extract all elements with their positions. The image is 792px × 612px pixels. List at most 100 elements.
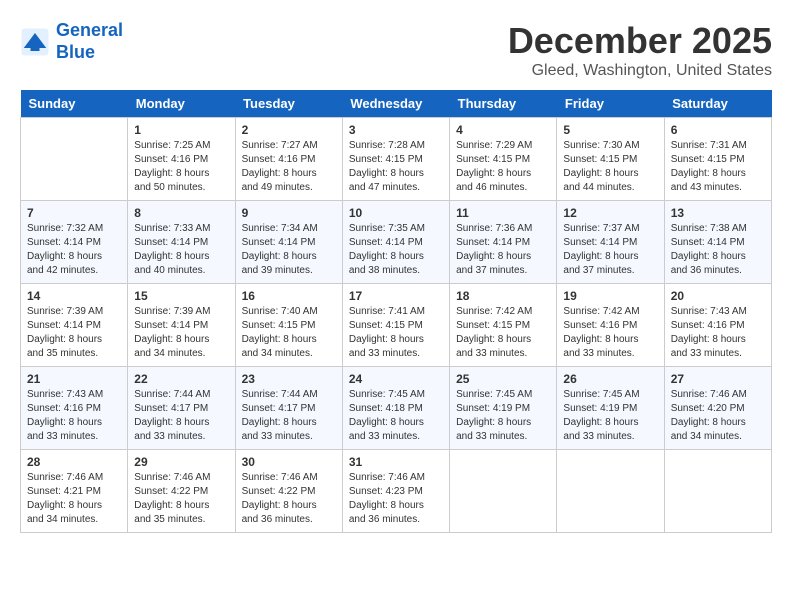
calendar-cell: 26Sunrise: 7:45 AMSunset: 4:19 PMDayligh…: [557, 367, 664, 450]
calendar-cell: [450, 450, 557, 533]
logo-line2: Blue: [56, 42, 95, 62]
day-header-wednesday: Wednesday: [342, 90, 449, 118]
day-info: Sunrise: 7:38 AMSunset: 4:14 PMDaylight:…: [671, 222, 765, 278]
day-info: Sunrise: 7:35 AMSunset: 4:14 PMDaylight:…: [349, 222, 443, 278]
day-info: Sunrise: 7:30 AMSunset: 4:15 PMDaylight:…: [563, 139, 657, 195]
calendar-cell: 7 Sunrise: 7:32 AMSunset: 4:14 PMDaylight…: [21, 201, 128, 284]
logo-icon: [20, 27, 50, 57]
title-section: December 2025 Gleed, Washington, United …: [508, 20, 772, 80]
day-number: 7: [27, 206, 121, 220]
calendar-week-1: 1 Sunrise: 7:25 AMSunset: 4:16 PMDaylight…: [21, 118, 772, 201]
calendar-cell: 8 Sunrise: 7:33 AMSunset: 4:14 PMDaylight…: [128, 201, 235, 284]
day-number: 23: [242, 372, 336, 386]
calendar-cell: 5 Sunrise: 7:30 AMSunset: 4:15 PMDaylight…: [557, 118, 664, 201]
calendar-cell: 15Sunrise: 7:39 AMSunset: 4:14 PMDayligh…: [128, 284, 235, 367]
day-number: 29: [134, 455, 228, 469]
day-number: 10: [349, 206, 443, 220]
day-info: Sunrise: 7:43 AMSunset: 4:16 PMDaylight:…: [671, 305, 765, 361]
page-header: General Blue December 2025 Gleed, Washin…: [20, 20, 772, 80]
day-info: Sunrise: 7:28 AMSunset: 4:15 PMDaylight:…: [349, 139, 443, 195]
calendar-cell: 1 Sunrise: 7:25 AMSunset: 4:16 PMDaylight…: [128, 118, 235, 201]
day-info: Sunrise: 7:46 AMSunset: 4:23 PMDaylight:…: [349, 471, 443, 527]
day-info: Sunrise: 7:46 AMSunset: 4:21 PMDaylight:…: [27, 471, 121, 527]
day-info: Sunrise: 7:33 AMSunset: 4:14 PMDaylight:…: [134, 222, 228, 278]
calendar-cell: 25 Sunrise: 7:45 AMSunset: 4:19 PMDayligh…: [450, 367, 557, 450]
calendar-week-2: 7 Sunrise: 7:32 AMSunset: 4:14 PMDaylight…: [21, 201, 772, 284]
calendar-cell: 2Sunrise: 7:27 AMSunset: 4:16 PMDaylight…: [235, 118, 342, 201]
day-number: 25: [456, 372, 550, 386]
day-info: Sunrise: 7:45 AMSunset: 4:18 PMDaylight:…: [349, 388, 443, 444]
logo-line1: General: [56, 20, 123, 40]
calendar-cell: 28Sunrise: 7:46 AMSunset: 4:21 PMDayligh…: [21, 450, 128, 533]
calendar-cell: 29 Sunrise: 7:46 AMSunset: 4:22 PMDayligh…: [128, 450, 235, 533]
calendar-week-5: 28Sunrise: 7:46 AMSunset: 4:21 PMDayligh…: [21, 450, 772, 533]
day-number: 9: [242, 206, 336, 220]
day-number: 21: [27, 372, 121, 386]
day-number: 3: [349, 123, 443, 137]
day-info: Sunrise: 7:44 AMSunset: 4:17 PMDaylight:…: [134, 388, 228, 444]
day-info: Sunrise: 7:25 AMSunset: 4:16 PMDaylight:…: [134, 139, 228, 195]
calendar-cell: 13 Sunrise: 7:38 AMSunset: 4:14 PMDayligh…: [664, 201, 771, 284]
day-info: Sunrise: 7:29 AMSunset: 4:15 PMDaylight:…: [456, 139, 550, 195]
day-number: 5: [563, 123, 657, 137]
day-info: Sunrise: 7:46 AMSunset: 4:20 PMDaylight:…: [671, 388, 765, 444]
day-number: 22: [134, 372, 228, 386]
location-title: Gleed, Washington, United States: [508, 62, 772, 80]
day-number: 4: [456, 123, 550, 137]
logo-text: General Blue: [56, 20, 123, 63]
calendar-cell: 14Sunrise: 7:39 AMSunset: 4:14 PMDayligh…: [21, 284, 128, 367]
day-info: Sunrise: 7:40 AMSunset: 4:15 PMDaylight:…: [242, 305, 336, 361]
day-header-saturday: Saturday: [664, 90, 771, 118]
day-info: Sunrise: 7:42 AMSunset: 4:16 PMDaylight:…: [563, 305, 657, 361]
calendar-cell: 4 Sunrise: 7:29 AMSunset: 4:15 PMDaylight…: [450, 118, 557, 201]
day-header-monday: Monday: [128, 90, 235, 118]
calendar-week-4: 21 Sunrise: 7:43 AMSunset: 4:16 PMDayligh…: [21, 367, 772, 450]
calendar-cell: 19 Sunrise: 7:42 AMSunset: 4:16 PMDayligh…: [557, 284, 664, 367]
day-info: Sunrise: 7:43 AMSunset: 4:16 PMDaylight:…: [27, 388, 121, 444]
day-number: 16: [242, 289, 336, 303]
calendar-cell: 3 Sunrise: 7:28 AMSunset: 4:15 PMDaylight…: [342, 118, 449, 201]
calendar-cell: 23 Sunrise: 7:44 AMSunset: 4:17 PMDayligh…: [235, 367, 342, 450]
header-row: SundayMondayTuesdayWednesdayThursdayFrid…: [21, 90, 772, 118]
day-number: 19: [563, 289, 657, 303]
day-number: 27: [671, 372, 765, 386]
day-number: 26: [563, 372, 657, 386]
calendar-table: SundayMondayTuesdayWednesdayThursdayFrid…: [20, 90, 772, 533]
day-number: 24: [349, 372, 443, 386]
calendar-cell: 27 Sunrise: 7:46 AMSunset: 4:20 PMDayligh…: [664, 367, 771, 450]
day-header-thursday: Thursday: [450, 90, 557, 118]
calendar-cell: 6Sunrise: 7:31 AMSunset: 4:15 PMDaylight…: [664, 118, 771, 201]
day-header-friday: Friday: [557, 90, 664, 118]
day-info: Sunrise: 7:39 AMSunset: 4:14 PMDaylight:…: [134, 305, 228, 361]
day-info: Sunrise: 7:46 AMSunset: 4:22 PMDaylight:…: [134, 471, 228, 527]
day-info: Sunrise: 7:31 AMSunset: 4:15 PMDaylight:…: [671, 139, 765, 195]
calendar-cell: [557, 450, 664, 533]
day-info: Sunrise: 7:45 AMSunset: 4:19 PMDaylight:…: [456, 388, 550, 444]
day-number: 11: [456, 206, 550, 220]
day-info: Sunrise: 7:46 AMSunset: 4:22 PMDaylight:…: [242, 471, 336, 527]
calendar-cell: 11Sunrise: 7:36 AMSunset: 4:14 PMDayligh…: [450, 201, 557, 284]
day-info: Sunrise: 7:44 AMSunset: 4:17 PMDaylight:…: [242, 388, 336, 444]
day-header-sunday: Sunday: [21, 90, 128, 118]
day-number: 12: [563, 206, 657, 220]
day-info: Sunrise: 7:27 AMSunset: 4:16 PMDaylight:…: [242, 139, 336, 195]
day-number: 14: [27, 289, 121, 303]
calendar-cell: 18Sunrise: 7:42 AMSunset: 4:15 PMDayligh…: [450, 284, 557, 367]
logo: General Blue: [20, 20, 123, 63]
calendar-cell: 24 Sunrise: 7:45 AMSunset: 4:18 PMDayligh…: [342, 367, 449, 450]
day-number: 1: [134, 123, 228, 137]
day-number: 8: [134, 206, 228, 220]
day-info: Sunrise: 7:32 AMSunset: 4:14 PMDaylight:…: [27, 222, 121, 278]
calendar-cell: 31 Sunrise: 7:46 AMSunset: 4:23 PMDayligh…: [342, 450, 449, 533]
calendar-cell: 9 Sunrise: 7:34 AMSunset: 4:14 PMDaylight…: [235, 201, 342, 284]
day-number: 13: [671, 206, 765, 220]
day-number: 18: [456, 289, 550, 303]
calendar-cell: [664, 450, 771, 533]
day-number: 31: [349, 455, 443, 469]
day-info: Sunrise: 7:34 AMSunset: 4:14 PMDaylight:…: [242, 222, 336, 278]
calendar-cell: 21 Sunrise: 7:43 AMSunset: 4:16 PMDayligh…: [21, 367, 128, 450]
day-header-tuesday: Tuesday: [235, 90, 342, 118]
calendar-cell: 10 Sunrise: 7:35 AMSunset: 4:14 PMDayligh…: [342, 201, 449, 284]
calendar-cell: 12Sunrise: 7:37 AMSunset: 4:14 PMDayligh…: [557, 201, 664, 284]
day-number: 30: [242, 455, 336, 469]
